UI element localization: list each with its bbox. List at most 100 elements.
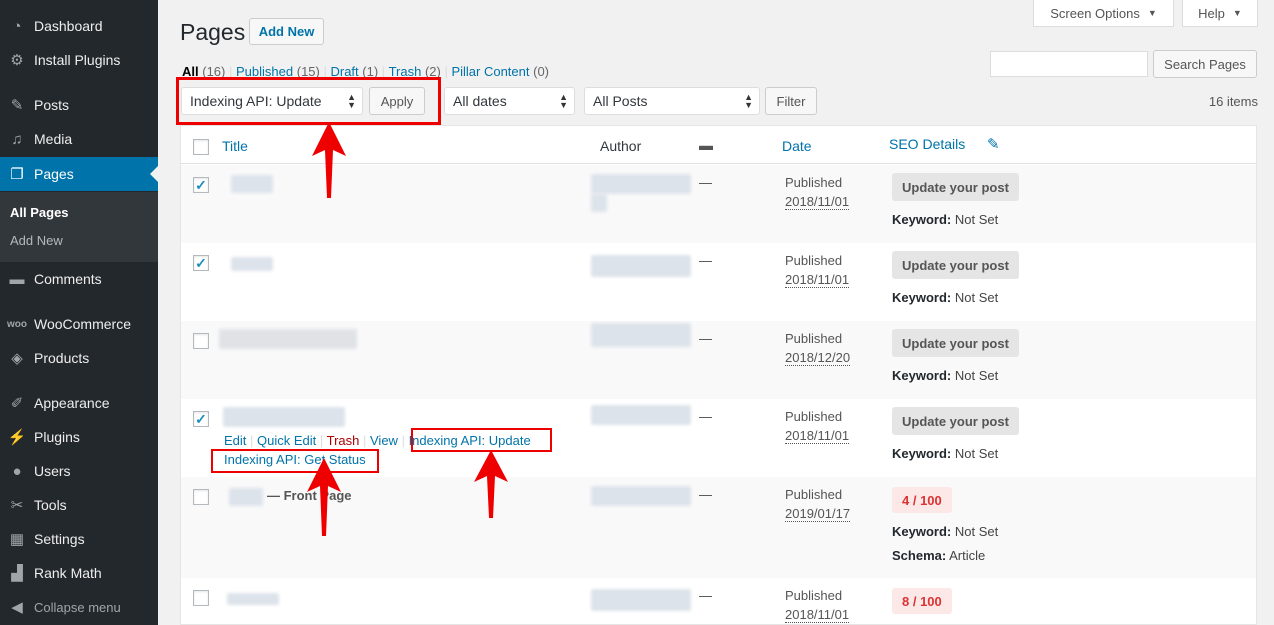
- view-all[interactable]: All: [182, 64, 199, 79]
- column-title[interactable]: Title: [222, 138, 248, 154]
- user-icon: ●: [12, 462, 22, 480]
- comment-count: —: [699, 487, 712, 502]
- status-text: Published: [785, 253, 843, 268]
- redacted-title[interactable]: [231, 257, 273, 271]
- row-checkbox[interactable]: [193, 590, 209, 606]
- view-draft[interactable]: Draft: [330, 64, 358, 79]
- schema-info: Schema: Article: [892, 548, 986, 563]
- woo-icon: woo: [7, 318, 27, 330]
- pages-icon: ❐: [10, 166, 24, 183]
- apply-button[interactable]: Apply: [369, 87, 425, 115]
- indexing-api-update-link[interactable]: Indexing API: Update: [409, 433, 531, 448]
- page-title: Pages: [180, 19, 246, 45]
- redacted-title[interactable]: [223, 407, 345, 427]
- redacted-title[interactable]: [229, 488, 263, 506]
- menu-media[interactable]: ♫ Media: [0, 122, 158, 156]
- date-text: 2019/01/17: [785, 506, 851, 522]
- table-header: Title Author ▬ Date SEO Details ✎: [181, 126, 1256, 164]
- add-new-button[interactable]: Add New: [249, 18, 324, 45]
- menu-appearance[interactable]: ✐ Appearance: [0, 386, 158, 420]
- menu-install-plugins[interactable]: ⚙ Install Plugins: [0, 43, 158, 77]
- dates-select[interactable]: All dates ▲ ▼: [444, 87, 575, 115]
- pencil-icon[interactable]: ✎: [987, 135, 1000, 153]
- view-pillar-content[interactable]: Pillar Content: [451, 64, 529, 79]
- menu-rank-math[interactable]: ▟ Rank Math: [0, 556, 158, 590]
- update-post-button[interactable]: Update your post: [892, 251, 1019, 279]
- box-icon: ◈: [11, 350, 23, 367]
- redacted-title[interactable]: [219, 329, 357, 349]
- menu-posts[interactable]: ✎ Posts: [0, 88, 158, 122]
- column-author: Author: [600, 138, 642, 154]
- row-checkbox[interactable]: [193, 333, 209, 349]
- comment-count: —: [699, 253, 712, 268]
- edit-link[interactable]: Edit: [224, 433, 246, 448]
- redacted-title[interactable]: [227, 593, 279, 605]
- search-input[interactable]: [990, 51, 1148, 77]
- redacted-title[interactable]: [231, 175, 273, 193]
- redacted-author: [591, 323, 691, 347]
- submenu-add-new[interactable]: Add New: [10, 233, 63, 248]
- collapse-menu-button[interactable]: ◀ Collapse menu: [0, 590, 158, 624]
- menu-dashboard[interactable]: ◔ Dashboard: [0, 9, 158, 43]
- view-published[interactable]: Published: [236, 64, 293, 79]
- collapse-icon: ◀: [11, 599, 23, 616]
- screen-options-button[interactable]: Screen Options ▼: [1033, 0, 1174, 27]
- submenu-all-pages[interactable]: All Pages: [10, 205, 69, 220]
- admin-sidebar: ◔ Dashboard ⚙ Install Plugins ✎ Posts ♫ Medi…: [0, 0, 158, 625]
- menu-plugins[interactable]: ⚡ Plugins: [0, 420, 158, 454]
- update-post-button[interactable]: Update your post: [892, 173, 1019, 201]
- row-checkbox[interactable]: ✓: [193, 255, 209, 271]
- update-post-button[interactable]: Update your post: [892, 407, 1019, 435]
- menu-comments[interactable]: ▬ Comments: [0, 262, 158, 296]
- quick-edit-link[interactable]: Quick Edit: [257, 433, 316, 448]
- date-text: 2018/12/20: [785, 350, 851, 366]
- chevron-down-icon: ▼: [1147, 8, 1157, 18]
- seo-score-badge[interactable]: 4 / 100: [892, 487, 952, 513]
- brush-icon: ✐: [10, 395, 24, 412]
- row-checkbox[interactable]: [193, 489, 209, 505]
- keyword-info: Keyword: Not Set: [892, 524, 999, 539]
- view-link[interactable]: View: [370, 433, 398, 448]
- select-arrows-icon: ▲ ▼: [347, 92, 356, 110]
- menu-woocommerce[interactable]: woo WooCommerce: [0, 307, 158, 341]
- keyword-info: Keyword: Not Set: [892, 368, 999, 383]
- column-seo-details[interactable]: SEO Details: [889, 136, 965, 152]
- front-page-label: — Front Page: [267, 488, 352, 503]
- table-row: ✓ — Published 2018/11/01 Update your post…: [181, 243, 1256, 321]
- help-button[interactable]: Help ▼: [1182, 0, 1258, 27]
- status-text: Published: [785, 331, 843, 346]
- menu-settings[interactable]: ▦ Settings: [0, 522, 158, 556]
- date-text: 2018/11/01: [785, 272, 850, 288]
- date-text: 2018/11/01: [785, 607, 850, 623]
- chevron-down-icon: ▼: [1232, 8, 1242, 18]
- comment-bubble-icon: ▬: [699, 137, 713, 153]
- menu-pages[interactable]: ❐ Pages: [0, 157, 158, 191]
- menu-tools[interactable]: ✂ Tools: [0, 488, 158, 522]
- select-all-checkbox[interactable]: [193, 139, 209, 155]
- table-row: — Published 2018/12/20 Update your post K…: [181, 321, 1256, 399]
- menu-products[interactable]: ◈ Products: [0, 341, 158, 375]
- redacted-author: [591, 486, 691, 506]
- filter-button[interactable]: Filter: [765, 87, 817, 115]
- column-date[interactable]: Date: [782, 138, 812, 154]
- search-pages-button[interactable]: Search Pages: [1153, 50, 1257, 78]
- bulk-action-select[interactable]: Indexing API: Update ▲ ▼: [181, 87, 363, 115]
- settings-icon: ▦: [9, 531, 25, 548]
- plug-icon: ⚡: [7, 429, 27, 446]
- post-type-select[interactable]: All Posts ▲ ▼: [584, 87, 760, 115]
- update-post-button[interactable]: Update your post: [892, 329, 1019, 357]
- indexing-api-status-link[interactable]: Indexing API: Get Status: [224, 452, 366, 467]
- row-checkbox[interactable]: ✓: [193, 411, 209, 427]
- select-arrows-icon: ▲ ▼: [744, 92, 753, 110]
- view-filters: All (16) | Published (15) | Draft (1) | …: [182, 64, 550, 79]
- gear-icon: ⚙: [10, 52, 24, 69]
- pin-icon: ✎: [10, 97, 24, 114]
- date-text: 2018/11/01: [785, 194, 850, 210]
- seo-score-badge[interactable]: 8 / 100: [892, 588, 952, 614]
- row-checkbox[interactable]: ✓: [193, 177, 209, 193]
- redacted-author: [591, 589, 691, 611]
- main-content: Pages Add New Screen Options ▼ Help ▼ Sear…: [158, 0, 1274, 625]
- menu-users[interactable]: ● Users: [0, 454, 158, 488]
- view-trash[interactable]: Trash: [389, 64, 422, 79]
- trash-link[interactable]: Trash: [327, 433, 360, 448]
